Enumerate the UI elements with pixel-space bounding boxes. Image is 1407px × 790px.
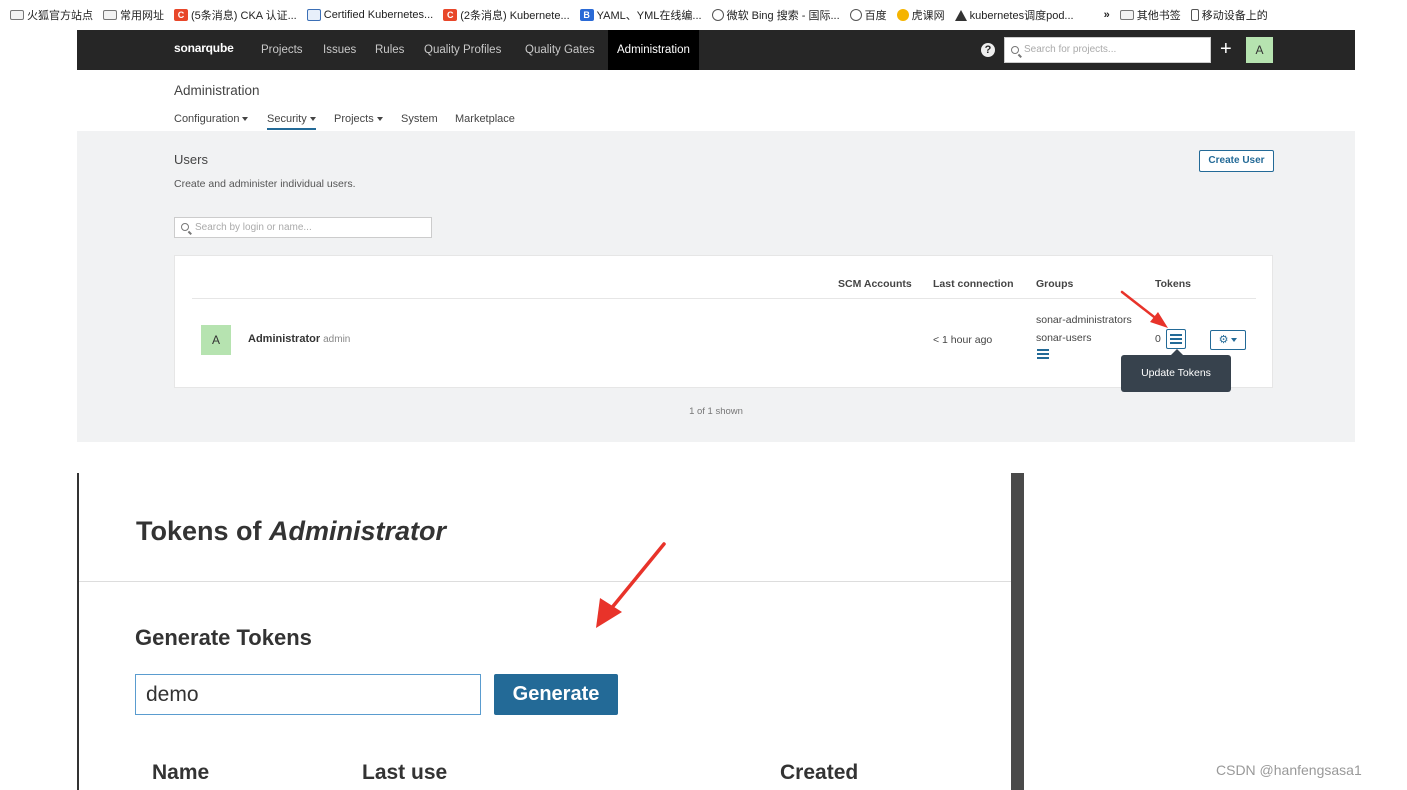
divider bbox=[79, 581, 1013, 582]
caret-down-icon bbox=[242, 117, 249, 122]
column-header: Created bbox=[780, 761, 859, 784]
caret-down-icon bbox=[309, 117, 316, 122]
tab-system[interactable]: System bbox=[401, 113, 438, 125]
bookmark-item[interactable]: 其他书签 bbox=[1119, 7, 1181, 23]
gear-icon: ⚙ bbox=[1218, 334, 1229, 346]
globe-icon bbox=[849, 9, 862, 21]
tab-projects[interactable]: Projects bbox=[334, 113, 383, 125]
column-header: Last use bbox=[362, 761, 448, 784]
search-icon bbox=[1011, 46, 1019, 54]
folder-icon bbox=[103, 10, 117, 20]
bookmark-item[interactable]: 百度 bbox=[849, 7, 887, 23]
watermark: CSDN @hanfengsasa1 bbox=[1216, 762, 1362, 778]
bookmark-item[interactable]: Certified Kubernetes... bbox=[306, 9, 433, 21]
nav-administration[interactable]: Administration bbox=[608, 30, 699, 70]
mark-icon bbox=[954, 9, 967, 21]
tokens-count: 0 bbox=[1155, 333, 1161, 345]
column-header: Name bbox=[152, 761, 210, 784]
modal-title: Tokens of Administrator bbox=[136, 516, 447, 546]
tab-security[interactable]: Security bbox=[267, 113, 316, 130]
csdn-icon: C bbox=[174, 9, 188, 21]
divider bbox=[192, 298, 1256, 299]
user-login: admin bbox=[323, 334, 351, 345]
token-name-input[interactable] bbox=[135, 674, 481, 715]
pagination-count: 1 of 1 shown bbox=[689, 406, 743, 417]
top-navbar: sonarqube Projects Issues Rules Quality … bbox=[77, 30, 1355, 70]
users-table: SCM Accounts Last connection Groups Toke… bbox=[174, 255, 1273, 388]
column-header: Groups bbox=[1036, 278, 1074, 290]
globe-icon bbox=[711, 9, 724, 21]
tab-configuration[interactable]: Configuration bbox=[174, 113, 249, 125]
column-header: Last connection bbox=[933, 278, 1014, 290]
user-search-input[interactable]: Search by login or name... bbox=[174, 217, 432, 238]
bookmark-item[interactable]: kubernetes调度pod... bbox=[954, 7, 1074, 23]
search-icon bbox=[181, 223, 189, 231]
help-icon[interactable]: ? bbox=[981, 43, 995, 57]
folder-icon bbox=[1119, 10, 1134, 20]
caret-down-icon bbox=[1231, 338, 1238, 343]
search-projects-input[interactable]: Search for projects... bbox=[1004, 37, 1211, 63]
tab-marketplace[interactable]: Marketplace bbox=[455, 113, 515, 125]
bookmark-item[interactable]: C (2条消息) Kubernete... bbox=[443, 7, 570, 23]
create-user-button[interactable]: Create User bbox=[1199, 150, 1274, 172]
last-connection: < 1 hour ago bbox=[933, 334, 993, 346]
hukewang-icon bbox=[896, 9, 909, 21]
page-title: Administration bbox=[174, 83, 260, 98]
nav-quality-profiles[interactable]: Quality Profiles bbox=[424, 30, 501, 70]
folder-icon bbox=[10, 10, 24, 20]
csdn-icon: C bbox=[443, 9, 458, 21]
nav-rules[interactable]: Rules bbox=[375, 30, 404, 70]
bookmark-item[interactable]: B YAML、YML在线编... bbox=[579, 7, 702, 23]
edit-groups-icon[interactable] bbox=[1037, 349, 1049, 359]
bookmark-item[interactable]: 移动设备上的 bbox=[1190, 7, 1268, 23]
bookmark-item[interactable]: 火狐官方站点 bbox=[10, 7, 93, 23]
bookmark-item[interactable]: 常用网址 bbox=[103, 7, 164, 23]
tokens-modal: Tokens of Administrator Generate Tokens … bbox=[77, 473, 1013, 790]
bokeyuan-icon: B bbox=[579, 9, 594, 21]
user-name: Administrator admin bbox=[248, 333, 351, 345]
generate-tokens-heading: Generate Tokens bbox=[135, 625, 312, 650]
nav-issues[interactable]: Issues bbox=[323, 30, 356, 70]
update-tokens-tooltip: Update Tokens bbox=[1121, 349, 1231, 392]
bookmarks-overflow-chevron[interactable]: » bbox=[1104, 9, 1110, 21]
nav-projects[interactable]: Projects bbox=[261, 30, 303, 70]
red-arrow-annotation bbox=[1120, 290, 1168, 328]
modal-backdrop-edge bbox=[1011, 473, 1024, 790]
bookmarks-bar: 火狐官方站点 常用网址 C (5条消息) CKA 认证... Certified … bbox=[0, 0, 1407, 30]
bookmark-item[interactable]: 微软 Bing 搜索 - 国际... bbox=[711, 7, 840, 23]
plus-icon[interactable]: + bbox=[1220, 37, 1232, 61]
kubernetes-icon bbox=[306, 9, 321, 21]
update-tokens-button[interactable] bbox=[1166, 329, 1186, 349]
bookmark-item[interactable]: C (5条消息) CKA 认证... bbox=[174, 7, 297, 23]
generate-button[interactable]: Generate bbox=[494, 674, 618, 715]
avatar: A bbox=[201, 325, 231, 355]
user-settings-button[interactable]: ⚙ bbox=[1210, 330, 1246, 350]
red-arrow-annotation bbox=[596, 542, 666, 628]
users-page: Users Create and administer individual u… bbox=[77, 131, 1355, 442]
list-icon bbox=[1170, 334, 1182, 344]
section-description: Create and administer individual users. bbox=[174, 178, 356, 190]
column-header: SCM Accounts bbox=[838, 278, 912, 290]
group-item: sonar-users bbox=[1036, 332, 1092, 344]
avatar[interactable]: A bbox=[1246, 37, 1273, 63]
caret-down-icon bbox=[376, 117, 383, 122]
sonarqube-logo[interactable]: sonarqube bbox=[174, 41, 234, 55]
mobile-icon bbox=[1190, 9, 1199, 21]
bookmark-item[interactable]: 虎课网 bbox=[896, 7, 945, 23]
section-title: Users bbox=[174, 152, 208, 167]
nav-quality-gates[interactable]: Quality Gates bbox=[525, 30, 595, 70]
